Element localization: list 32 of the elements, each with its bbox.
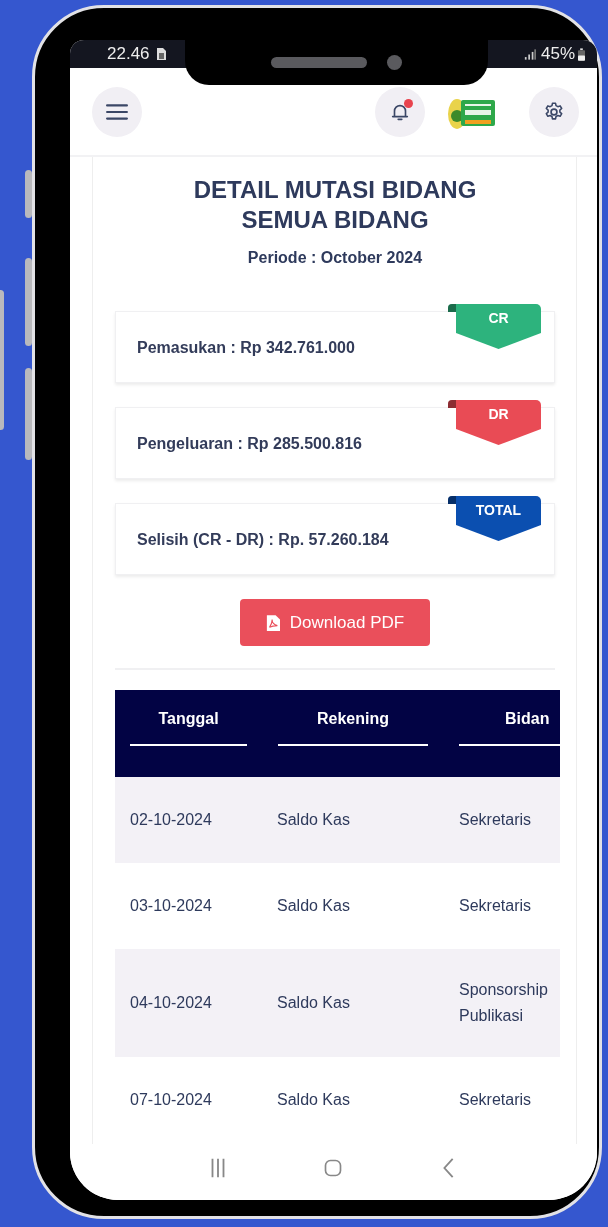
table-cell: Saldo Kas bbox=[277, 994, 350, 1011]
summary-amount: Selisih (CR - DR) : Rp. 57.260.184 bbox=[137, 531, 389, 549]
download-pdf-button[interactable]: Download PDF bbox=[240, 599, 430, 646]
menu-button[interactable] bbox=[92, 86, 142, 137]
home-icon[interactable] bbox=[323, 1157, 344, 1179]
settings-button[interactable] bbox=[529, 86, 579, 137]
battery-percent: 45% bbox=[540, 44, 575, 64]
notification-button[interactable] bbox=[375, 86, 425, 137]
table-cell: 02-10-2024 bbox=[130, 811, 212, 828]
column-header: Tanggal bbox=[158, 710, 219, 729]
table-cell: Sekretaris bbox=[459, 897, 532, 914]
table-cell: 03-10-2024 bbox=[130, 897, 212, 914]
signal-icon bbox=[523, 48, 536, 60]
table-cell: 07-10-2024 bbox=[130, 1091, 212, 1108]
table-cell: Sekretaris bbox=[459, 1091, 532, 1108]
summary-amount: Pengeluaran : Rp 285.500.816 bbox=[137, 435, 362, 453]
column-header: Rekening bbox=[317, 710, 389, 729]
summary-amount: Pemasukan : Rp 342.761.000 bbox=[137, 339, 355, 357]
report-title: DETAIL MUTASI BIDANG bbox=[192, 175, 478, 205]
table-cell: Saldo Kas bbox=[277, 1091, 350, 1108]
column-header: Bidan bbox=[505, 710, 550, 729]
status-time: 22.46 bbox=[107, 44, 150, 64]
pdf-file-icon bbox=[265, 614, 280, 631]
table-cell: Sekretaris bbox=[459, 811, 532, 828]
table-cell: Sponsorship Publikasi bbox=[459, 981, 548, 1024]
report-subtitle: SEMUA BIDANG bbox=[240, 205, 430, 235]
settings-icon bbox=[543, 100, 565, 123]
table-cell: Saldo Kas bbox=[277, 811, 350, 828]
table-cell: Saldo Kas bbox=[277, 897, 350, 914]
battery-icon bbox=[578, 47, 585, 61]
report-period: Periode : October 2024 bbox=[246, 249, 424, 267]
table-cell: 04-10-2024 bbox=[130, 994, 212, 1011]
